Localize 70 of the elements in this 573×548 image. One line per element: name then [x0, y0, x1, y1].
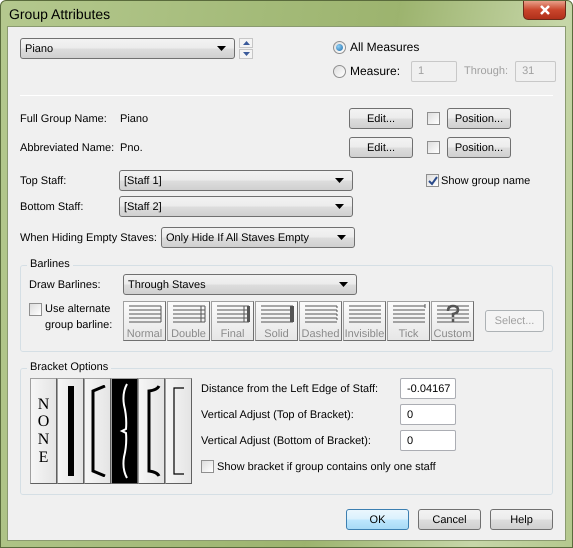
bracket-style-button[interactable]: NONE	[30, 378, 57, 484]
radio-button[interactable]	[333, 64, 346, 78]
number-input-field[interactable]: 0	[400, 430, 456, 451]
checkbox[interactable]	[426, 174, 439, 187]
dropdown-caret-icon	[335, 204, 344, 209]
edit-button[interactable]: Edit...	[349, 108, 413, 129]
number-input-field[interactable]: -0.04167	[400, 378, 456, 399]
edit-button[interactable]: Edit...	[349, 137, 413, 158]
close-button[interactable]	[523, 1, 566, 20]
group-name-value: Pno.	[120, 142, 144, 154]
group-name-value: Piano	[120, 112, 150, 124]
group-title: Bracket Options	[27, 361, 112, 373]
dialog-button[interactable]: Help	[490, 509, 553, 530]
barline-icon	[434, 304, 470, 324]
spin-down-button[interactable]	[239, 49, 253, 59]
field-label: Distance from the Left Edge of Staff:	[201, 382, 380, 394]
barline-icon	[258, 304, 294, 324]
checkbox[interactable]	[201, 460, 214, 473]
bracket-style-button[interactable]	[111, 378, 138, 484]
dialog-button[interactable]: OK	[346, 509, 409, 530]
field-label: Vertical Adjust (Bottom of Bracket):	[201, 434, 372, 446]
checkbox-label: Show group name	[441, 174, 530, 186]
hiding-dropdown[interactable]: Only Hide If All Staves Empty	[160, 227, 355, 248]
barlines-dropdown[interactable]: Through Staves	[123, 274, 357, 295]
field-label: Bottom Staff:	[20, 200, 84, 212]
barline-icon	[170, 304, 206, 324]
bracket-style-button[interactable]	[138, 378, 165, 484]
spin-up-button[interactable]	[239, 38, 253, 48]
barline-icon	[126, 304, 162, 324]
radio-button[interactable]	[333, 40, 346, 54]
dropdown-caret-icon	[336, 235, 346, 240]
bracket-style-button[interactable]	[84, 378, 111, 484]
bracket-icon	[88, 385, 106, 477]
position-button[interactable]: Position...	[447, 137, 511, 158]
number-input-field[interactable]: 0	[400, 404, 456, 425]
field-label: Abbreviated Name:	[20, 142, 116, 154]
staff-dropdown[interactable]: [Staff 2]	[119, 196, 353, 217]
square-bracket-icon	[172, 387, 184, 475]
barline-icon	[302, 304, 338, 324]
dropdown-caret-icon	[339, 282, 348, 287]
checkbox-label: Show bracket if group contains only one staff	[217, 460, 436, 472]
bracket-style-button[interactable]	[165, 378, 192, 484]
field-label: Vertical Adjust (Top of Bracket):	[201, 408, 355, 420]
field-label: Top Staff:	[20, 174, 68, 186]
barline-icon	[214, 304, 250, 324]
dialog-button[interactable]: Cancel	[418, 509, 481, 530]
position-button[interactable]: Position...	[447, 108, 511, 129]
dropdown-caret-icon	[335, 178, 344, 183]
barline-icon	[346, 304, 382, 324]
field-label: Full Group Name:	[20, 112, 108, 124]
field-label: Draw Barlines:	[29, 278, 102, 290]
through-label: Through:	[464, 65, 508, 77]
checkbox[interactable]	[427, 112, 440, 125]
checkbox-label: Use alternate group barline:	[45, 302, 114, 333]
group-title: Barlines	[27, 258, 73, 270]
checkbox[interactable]	[29, 303, 42, 316]
radio-label: Measure:	[350, 64, 400, 78]
field-label: When Hiding Empty Staves:	[20, 232, 157, 244]
window-title: Group Attributes	[8, 6, 110, 22]
close-icon	[538, 4, 550, 14]
bracket-style-button[interactable]	[57, 378, 84, 484]
checkbox[interactable]	[427, 141, 440, 154]
up-arrow-icon	[242, 41, 250, 45]
radio-label: All Measures	[350, 40, 420, 54]
dropdown-caret-icon	[217, 46, 226, 51]
barline-icon	[390, 304, 426, 324]
down-arrow-icon	[242, 52, 250, 56]
thick-bar-icon	[68, 386, 74, 476]
staff-dropdown[interactable]: [Staff 1]	[119, 170, 353, 191]
group-dropdown[interactable]: Piano	[20, 38, 235, 59]
